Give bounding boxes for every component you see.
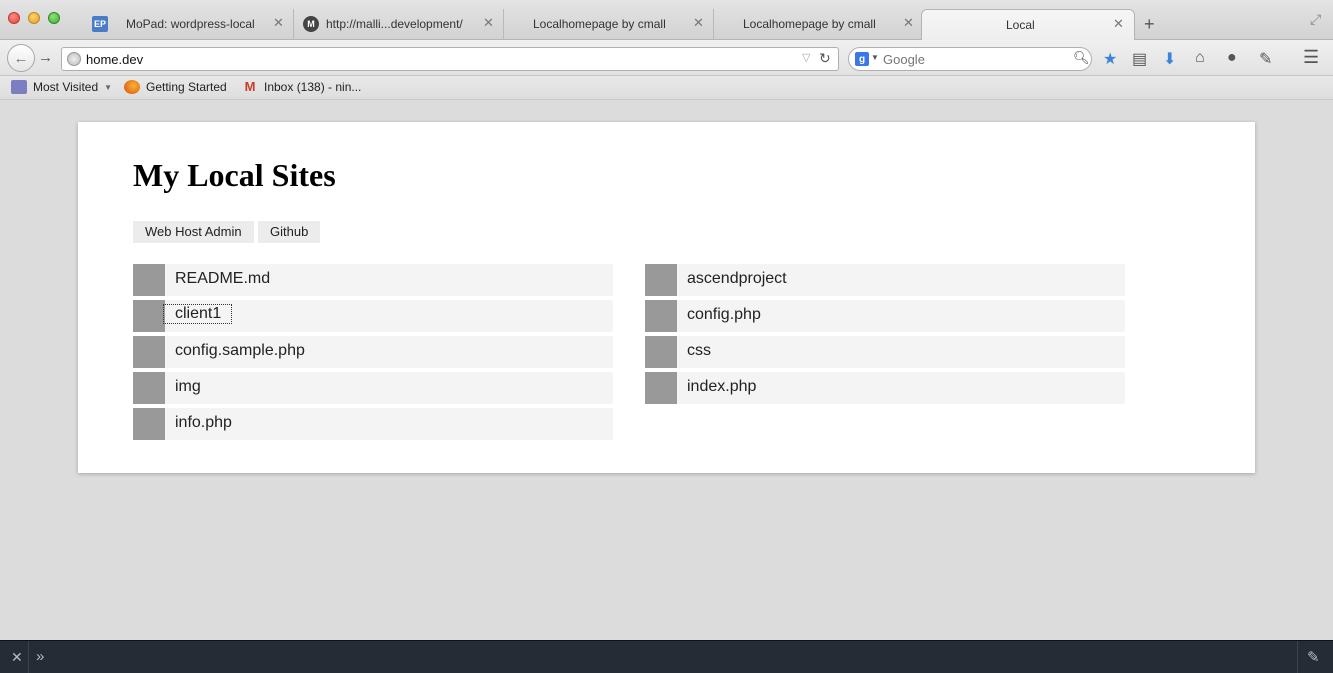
reload-icon[interactable]: ↻	[819, 50, 831, 67]
tab-close-icon[interactable]: ✕	[693, 15, 704, 31]
page-title: My Local Sites	[133, 157, 336, 193]
site-name[interactable]: client1	[162, 304, 233, 324]
site-row-css[interactable]: css	[645, 336, 1125, 368]
globe-icon	[67, 52, 81, 66]
site-name[interactable]: README.md	[175, 270, 270, 288]
folder-square-icon	[133, 264, 165, 296]
close-icon[interactable]: ✕	[11, 649, 23, 666]
developer-toolbar: ✕ » ✎	[0, 640, 1333, 673]
site-row-config-sample[interactable]: config.sample.php	[133, 336, 613, 368]
command-line-prompt-icon[interactable]: »	[36, 648, 44, 665]
bookmark-getting-started[interactable]: Getting Started	[124, 80, 227, 94]
search-input[interactable]	[883, 51, 1063, 67]
site-row-readme[interactable]: README.md	[133, 264, 613, 296]
arrow-left-icon: ←	[13, 49, 29, 67]
bookmark-inbox[interactable]: M Inbox (138) - nin...	[242, 79, 362, 95]
chat-icon[interactable]: ●	[1227, 49, 1237, 67]
site-name[interactable]: img	[175, 378, 201, 396]
m-favicon-icon: M	[303, 16, 319, 32]
site-row-img[interactable]: img	[133, 372, 613, 404]
tab-title: MoPad: wordpress-local	[126, 17, 255, 31]
menu-icon[interactable]: ☰	[1303, 47, 1319, 68]
bookmark-star-icon[interactable]: ★	[1103, 49, 1117, 69]
chevron-down-icon: ▼	[104, 82, 113, 92]
folder-square-icon	[645, 372, 677, 404]
fullscreen-icon[interactable]: ⤢	[1310, 11, 1321, 28]
home-icon[interactable]: ⌂	[1195, 49, 1205, 67]
folder-square-icon	[133, 408, 165, 440]
sites-list-left: README.md client1 config.sample.php img …	[133, 264, 613, 444]
tab-title: Localhomepage by cmall	[743, 17, 876, 31]
tab-title: Local	[1006, 18, 1035, 32]
site-row-client1[interactable]: client1	[133, 300, 613, 332]
minimize-window-button[interactable]	[28, 12, 40, 24]
tab-local[interactable]: Local ✕	[921, 9, 1135, 41]
tab-mopad[interactable]: EP MoPad: wordpress-local ✕	[84, 9, 294, 40]
new-tab-button[interactable]: +	[1144, 14, 1155, 35]
folder-square-icon	[645, 264, 677, 296]
ep-favicon-icon: EP	[92, 16, 108, 32]
page-viewport: My Local Sites Web Host Admin Github REA…	[0, 101, 1333, 640]
history-dropdown-icon[interactable]: ▽	[802, 51, 810, 64]
site-name[interactable]: info.php	[175, 414, 232, 432]
gmail-icon: M	[244, 79, 256, 94]
site-row-ascendproject[interactable]: ascendproject	[645, 264, 1125, 296]
tab-close-icon[interactable]: ✕	[273, 15, 284, 31]
tab-malli[interactable]: M http://malli...development/ ✕	[294, 9, 504, 40]
wrench-icon[interactable]: ✎	[1307, 648, 1320, 666]
bookmark-label: Getting Started	[146, 80, 227, 94]
folder-square-icon	[645, 336, 677, 368]
bookmark-label: Inbox (138) - nin...	[264, 80, 362, 94]
search-icon[interactable]: 🔍︎	[1073, 50, 1090, 66]
developer-wrench-icon[interactable]: ✎	[1259, 49, 1272, 69]
divider	[28, 641, 29, 673]
site-name[interactable]: ascendproject	[687, 270, 787, 288]
tab-strip: EP MoPad: wordpress-local ✕ M http://mal…	[0, 0, 1333, 41]
firefox-icon	[124, 80, 140, 94]
url-bar[interactable]: home.dev ▽ ↻	[61, 47, 839, 71]
web-host-admin-button[interactable]: Web Host Admin	[133, 221, 254, 243]
site-name[interactable]: css	[687, 342, 711, 360]
most-visited-icon	[11, 80, 27, 94]
chevron-down-icon[interactable]: ▼	[871, 53, 879, 62]
tab-title: http://malli...development/	[326, 17, 463, 31]
zoom-window-button[interactable]	[48, 12, 60, 24]
tab-close-icon[interactable]: ✕	[483, 15, 494, 31]
site-name[interactable]: config.php	[687, 306, 761, 324]
folder-square-icon	[133, 300, 165, 332]
tab-close-icon[interactable]: ✕	[1113, 16, 1124, 32]
search-bar[interactable]: g ▼ 🔍︎	[848, 47, 1092, 71]
site-row-info[interactable]: info.php	[133, 408, 613, 440]
navigation-toolbar: ← → home.dev ▽ ↻ g ▼ 🔍︎ ★ ▤ ⬇ ⌂ ● ✎ ☰	[0, 40, 1333, 76]
site-name[interactable]: index.php	[687, 378, 756, 396]
back-button[interactable]: ←	[7, 44, 35, 72]
bookmarks-toolbar: Most Visited ▼ Getting Started M Inbox (…	[0, 76, 1333, 100]
github-button[interactable]: Github	[258, 221, 321, 243]
folder-square-icon	[133, 336, 165, 368]
bookmark-label: Most Visited	[33, 80, 99, 94]
folder-square-icon	[133, 372, 165, 404]
site-row-index[interactable]: index.php	[645, 372, 1125, 404]
tab-localhomepage-2[interactable]: Localhomepage by cmall ✕	[714, 9, 920, 40]
url-text[interactable]: home.dev	[86, 52, 143, 67]
tab-title: Localhomepage by cmall	[533, 17, 666, 31]
sites-list-right: ascendproject config.php css index.php	[645, 264, 1125, 408]
divider	[1297, 641, 1298, 673]
forward-button[interactable]: →	[38, 49, 53, 66]
tab-localhomepage-1[interactable]: Localhomepage by cmall ✕	[504, 9, 714, 40]
sites-card: My Local Sites Web Host Admin Github REA…	[78, 122, 1255, 473]
downloads-icon[interactable]: ⬇	[1163, 49, 1176, 69]
site-name[interactable]: config.sample.php	[175, 342, 305, 360]
site-row-config[interactable]: config.php	[645, 300, 1125, 332]
bookmark-most-visited[interactable]: Most Visited ▼	[11, 80, 112, 94]
close-window-button[interactable]	[8, 12, 20, 24]
bookmarks-list-icon[interactable]: ▤	[1132, 49, 1147, 69]
tab-close-icon[interactable]: ✕	[903, 15, 914, 31]
folder-square-icon	[645, 300, 677, 332]
google-icon[interactable]: g	[855, 52, 869, 66]
